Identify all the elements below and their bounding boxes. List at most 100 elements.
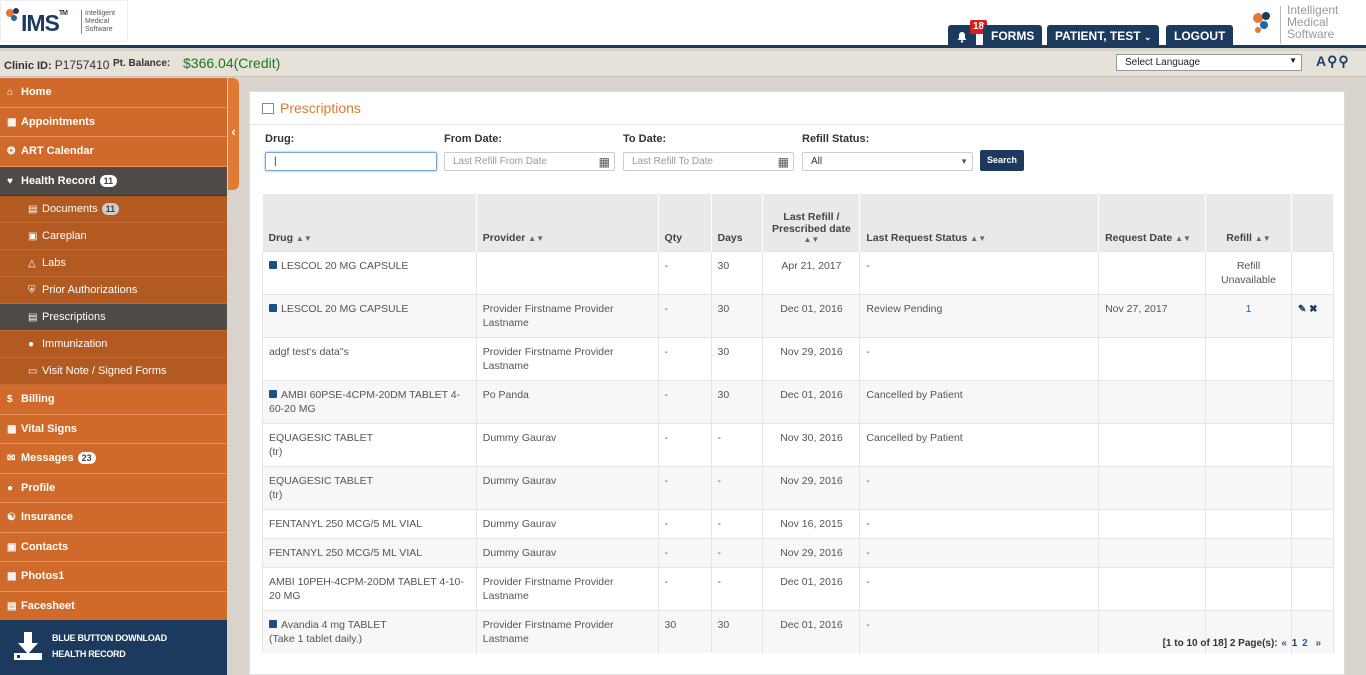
sidebar-item-immunization[interactable]: ● Immunization	[0, 331, 227, 358]
drug-input[interactable]: |	[265, 152, 437, 171]
drug-name: FENTANYL 250 MCG/5 ML VIAL	[269, 546, 423, 559]
cell-drug: AMBI 10PEH-4CPM-20DM TABLET 4-10-20 MG	[262, 566, 477, 610]
cell-qty: -	[658, 465, 712, 509]
cell-days: 30	[711, 609, 764, 653]
clinic-id: Clinic ID: P1757410	[4, 58, 110, 72]
book-icon[interactable]	[269, 303, 277, 312]
pager-page-2[interactable]: 2	[1302, 638, 1308, 649]
pager-prev[interactable]: «	[1281, 638, 1287, 649]
cell-status: Review Pending	[859, 293, 1100, 337]
table-row: LESCOL 20 MG CAPSULE -30 Apr 21, 2017- Refi…	[262, 250, 1335, 294]
zoom-out-icon[interactable]: ⚲	[1338, 53, 1349, 69]
cell-date: Nov 29, 2016	[762, 336, 861, 380]
cancel-icon[interactable]: ✖	[1309, 304, 1317, 315]
from-date-input[interactable]: Last Refill From Date ▦	[444, 152, 615, 171]
cell-provider	[476, 250, 659, 294]
envelope-icon: ✉	[7, 453, 16, 464]
logout-button[interactable]: LOGOUT	[1166, 25, 1234, 48]
sidebar-item-home[interactable]: ⌂ Home	[0, 78, 227, 108]
patient-label: PATIENT, TEST	[1055, 29, 1141, 43]
bell-icon	[957, 32, 967, 43]
cell-drug: LESCOL 20 MG CAPSULE	[262, 250, 477, 294]
sidebar-item-insurance[interactable]: ☯ Insurance	[0, 503, 227, 533]
col-request-date[interactable]: Request Date ▲▼	[1098, 194, 1206, 251]
table-row: adgf test's data"s Provider Firstname Pro…	[262, 336, 1335, 380]
calendar-icon[interactable]: ▦	[599, 155, 610, 169]
cell-qty: -	[658, 336, 712, 380]
cell-drug: FENTANYL 250 MCG/5 ML VIAL	[262, 508, 477, 538]
cell-provider: Dummy Gaurav	[476, 537, 659, 567]
book-icon[interactable]	[269, 389, 277, 398]
drug-note: (tr)	[269, 445, 283, 458]
refill-status-label: Refill Status:	[802, 133, 870, 145]
drug-name: Avandia 4 mg TABLET	[281, 618, 387, 631]
forms-button[interactable]: FORMS	[983, 25, 1043, 48]
ims-logo[interactable]: IMSTM Intelligent Medical Software	[0, 0, 128, 42]
sidebar-item-health-record[interactable]: ♥ Health Record 11	[0, 166, 227, 196]
sidebar-item-appointments[interactable]: ▦ Appointments	[0, 108, 227, 137]
patient-menu-button[interactable]: PATIENT, TEST ⌄	[1047, 25, 1160, 48]
zoom-in-icon[interactable]: ⚲	[1327, 53, 1338, 69]
cell-days: 30	[711, 336, 764, 380]
language-select[interactable]: Select Language ▼	[1116, 54, 1302, 71]
heart-icon: ♥	[7, 175, 13, 187]
dropdown-arrow-icon: ▼	[1289, 56, 1297, 65]
book-icon[interactable]	[269, 260, 277, 269]
sidebar-collapse-handle[interactable]: ‹	[228, 78, 239, 190]
sidebar-item-vital-signs[interactable]: ▩ Vital Signs	[0, 415, 227, 444]
cell-actions	[1291, 508, 1335, 538]
cell-qty: -	[658, 379, 712, 423]
blue-button-download[interactable]: BLUE BUTTON DOWNLOAD HEALTH RECORD	[0, 620, 227, 675]
chart-icon: ▩	[7, 423, 17, 435]
sidebar-item-billing[interactable]: $ Billing	[0, 385, 227, 415]
cell-provider: Dummy Gaurav	[476, 422, 659, 466]
sidebar-item-contacts[interactable]: ▣ Contacts	[0, 533, 227, 562]
sidebar-item-prior-authorizations[interactable]: ⛨ Prior Authorizations	[0, 277, 227, 304]
refill-status-select[interactable]: All ▼	[802, 152, 973, 171]
prescriptions-panel: Prescriptions Drug: | From Date: Last Re…	[249, 91, 1346, 675]
cell-provider: Po Panda	[476, 379, 659, 423]
sidebar-item-profile[interactable]: ● Profile	[0, 474, 227, 503]
sidebar-item-visit-note[interactable]: ▭ Visit Note / Signed Forms	[0, 358, 227, 385]
cell-drug: EQUAGESIC TABLET (tr)	[262, 422, 477, 466]
from-date-label: From Date:	[444, 133, 503, 145]
sidebar-item-facesheet[interactable]: ▤ Facesheet	[0, 592, 227, 621]
sidebar-item-photos[interactable]: ▩ Photos1	[0, 562, 227, 592]
cell-refill[interactable]: 1	[1205, 293, 1292, 337]
chevron-left-icon: ‹	[231, 124, 236, 139]
document-icon: ▤	[28, 204, 38, 215]
col-status[interactable]: Last Request Status ▲▼	[859, 194, 1100, 251]
cell-actions	[1291, 537, 1335, 567]
col-drug[interactable]: Drug ▲▼	[262, 194, 477, 251]
book-icon[interactable]	[269, 619, 277, 628]
prescription-title-icon	[262, 103, 274, 114]
to-date-input[interactable]: Last Refill To Date ▦	[623, 152, 794, 171]
font-zoom-tools: A⚲⚲	[1316, 53, 1350, 70]
table-row: AMBI 60PSE-4CPM-20DM TABLET 4-60-20 MG Po…	[262, 379, 1335, 423]
cell-actions	[1291, 465, 1335, 509]
col-provider[interactable]: Provider ▲▼	[476, 194, 659, 251]
cell-days: -	[711, 537, 764, 567]
cell-actions	[1291, 336, 1335, 380]
col-refill[interactable]: Refill ▲▼	[1205, 194, 1292, 251]
calendar-icon[interactable]: ▦	[778, 155, 789, 169]
font-size-icon[interactable]: A	[1316, 53, 1327, 69]
sidebar-item-art-calendar[interactable]: ❂ ART Calendar	[0, 137, 227, 167]
sidebar-item-labs[interactable]: △ Labs	[0, 250, 227, 277]
sort-icon: ▲▼	[1254, 233, 1271, 243]
pager-page-1[interactable]: 1	[1292, 638, 1298, 649]
sidebar-item-documents[interactable]: ▤ Documents 11	[0, 196, 227, 223]
cell-request-date	[1098, 537, 1206, 567]
col-last-refill[interactable]: Last Refill / Prescribed date ▲▼	[762, 194, 861, 251]
cell-refill	[1205, 566, 1292, 610]
sidebar-item-messages[interactable]: ✉ Messages 23	[0, 444, 227, 474]
cell-actions	[1291, 566, 1335, 610]
cell-status: Cancelled by Patient	[859, 422, 1100, 466]
pager-next[interactable]: »	[1315, 638, 1321, 649]
sidebar-item-careplan[interactable]: ▣ Careplan	[0, 223, 227, 250]
sidebar-item-prescriptions[interactable]: ▤ Prescriptions	[0, 304, 227, 331]
search-button[interactable]: Search	[980, 150, 1024, 171]
to-date-label: To Date:	[623, 133, 667, 145]
edit-icon[interactable]: ✎	[1298, 304, 1306, 315]
cell-request-date	[1098, 336, 1206, 380]
